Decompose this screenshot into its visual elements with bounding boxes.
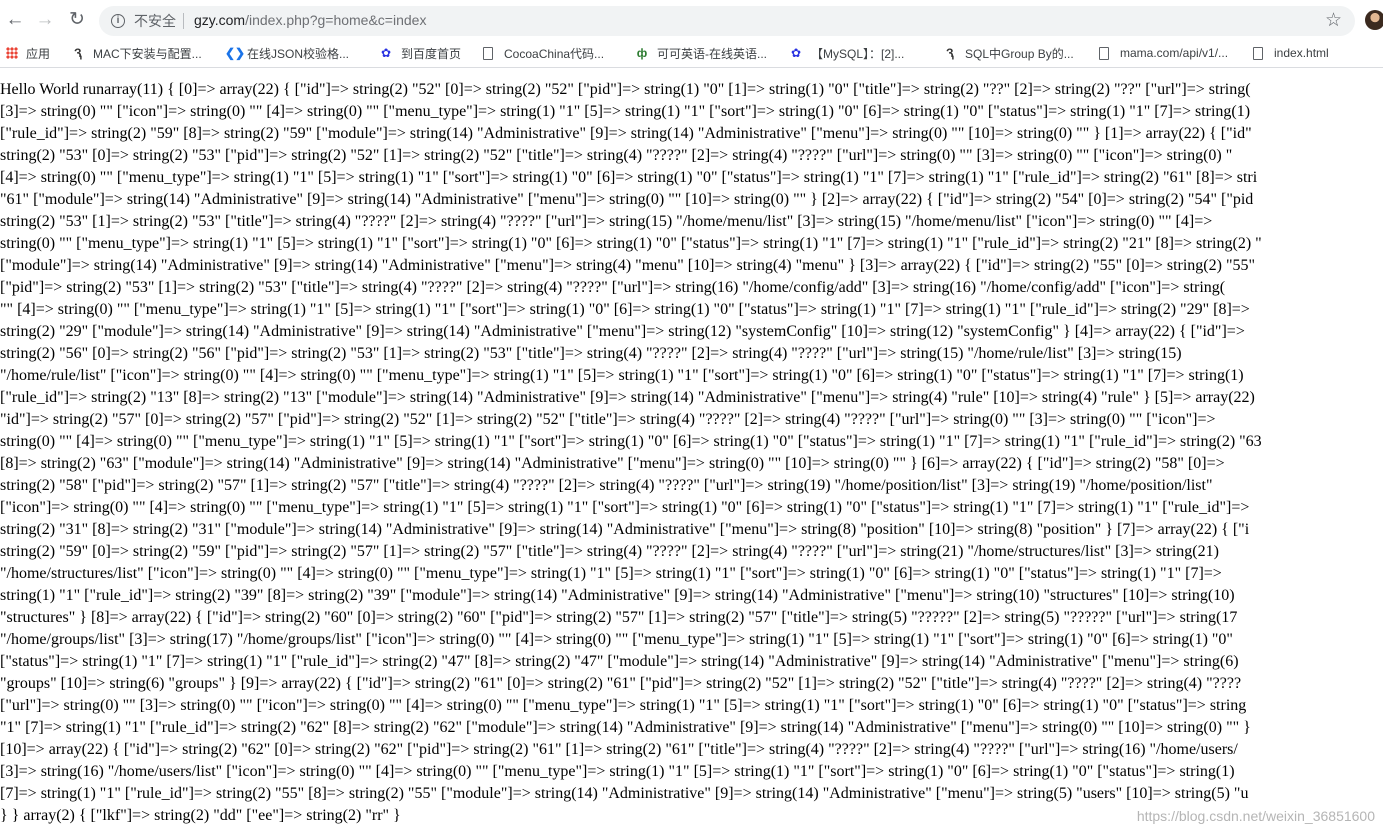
dump-line: string(2) "59" [0]=> string(2) "59" ["pi…	[0, 543, 1219, 560]
dump-line: "structures" } [8]=> array(22) { ["id"]=…	[0, 609, 1238, 626]
page-icon	[1253, 46, 1263, 60]
dump-line: ["url"]=> string(0) "" [3]=> string(0) "…	[0, 697, 1247, 714]
bookmark-item-mysql[interactable]: ✿ 【MySQL】：[2]...	[789, 43, 904, 63]
dump-line: "/home/structures/list" ["icon"]=> strin…	[0, 565, 1222, 582]
page-icon	[1099, 46, 1109, 60]
avatar[interactable]	[1365, 10, 1383, 30]
dump-line: "groups" [10]=> string(6) "groups" } [9]…	[0, 675, 1242, 692]
bookmark-label: 在线JSON校验格...	[247, 46, 350, 61]
dump-line: "/home/rule/list" ["icon"]=> string(0) "…	[0, 367, 1244, 384]
baidu-paw-icon: ✿	[380, 46, 392, 60]
security-indicator[interactable]: i 不安全	[108, 11, 176, 31]
page-icon	[483, 46, 493, 60]
bookmark-label: MAC下安装与配置...	[93, 46, 202, 61]
bookmark-label: 【MySQL】：[2]...	[811, 46, 905, 61]
bookmark-label: 应用	[26, 46, 51, 61]
kekenet-icon: ф	[636, 46, 648, 60]
dump-line: Hello World runarray(11) { [0]=> array(2…	[0, 81, 1251, 98]
bookmark-label: CocoaChina代码...	[504, 46, 605, 61]
info-icon: i	[111, 14, 125, 28]
dump-line: [7]=> string(1) "1" ["rule_id"]=> string…	[0, 785, 1249, 802]
dump-line: ["pid"]=> string(2) "53" [1]=> string(2)…	[0, 279, 1226, 296]
dump-line: string(0) "" [4]=> string(0) "" ["menu_t…	[0, 433, 1262, 450]
bookmark-label: SQL中Group By的...	[965, 46, 1074, 61]
browser-toolbar: ← → ↻ i 不安全 gzy.com/index.php?g=home&c=i…	[0, 0, 1383, 40]
bookmark-item-cocoachina[interactable]: CocoaChina代码...	[481, 43, 604, 63]
bookmark-item-sql-group-by[interactable]: Ԇ SQL中Group By的...	[943, 43, 1074, 63]
bookmark-label: 可可英语-在线英语...	[657, 46, 767, 61]
apps-grid-icon	[6, 47, 18, 59]
bookmark-item-mac-install[interactable]: Ԇ MAC下安装与配置...	[71, 43, 202, 63]
watermark: https://blog.csdn.net/weixin_36851600	[1136, 808, 1375, 824]
bookmark-item-apps[interactable]: 应用	[6, 43, 50, 63]
dump-line: string(2) "58" ["pid"]=> string(2) "57" …	[0, 477, 1213, 494]
dump-line: "61" ["module"]=> string(14) "Administra…	[0, 191, 1254, 208]
page-content: Hello World runarray(11) { [0]=> array(2…	[0, 79, 1383, 832]
dump-line: ["icon"]=> string(0) "" [4]=> string(0) …	[0, 499, 1250, 516]
bookmark-item-json-validator[interactable]: ❮❯ 在线JSON校验格...	[225, 43, 349, 63]
dump-line: "1" [7]=> string(1) "1" ["rule_id"]=> st…	[0, 719, 1251, 736]
dump-line: string(2) "29" ["module"]=> string(14) "…	[0, 323, 1245, 340]
back-arrow-icon[interactable]: ←	[4, 9, 26, 31]
bookmark-item-kekenet[interactable]: ф 可可英语-在线英语...	[635, 43, 767, 63]
reload-icon[interactable]: ↻	[66, 9, 88, 31]
security-label: 不安全	[134, 13, 176, 29]
address-bar[interactable]: i 不安全 gzy.com/index.php?g=home&c=index ☆	[99, 6, 1355, 36]
baidu-paw-icon: ✿	[790, 46, 802, 60]
dump-line: "/home/groups/list" [3]=> string(17) "/h…	[0, 631, 1233, 648]
url-host: gzy.com	[194, 12, 246, 28]
bookmark-item-baidu[interactable]: ✿ 到百度首页	[379, 43, 461, 63]
dump-line: "" [4]=> string(0) "" ["menu_type"]=> st…	[0, 301, 1250, 318]
dump-line: [3]=> string(16) "/home/users/list" ["ic…	[0, 763, 1235, 780]
dump-line: string(1) "1" ["rule_id"]=> string(2) "3…	[0, 587, 1235, 604]
bookmark-item-index-html[interactable]: index.html	[1251, 43, 1329, 63]
dump-line: ["status"]=> string(1) "1" [7]=> string(…	[0, 653, 1239, 670]
dump-line: string(2) "31" [8]=> string(2) "31" ["mo…	[0, 521, 1250, 538]
dump-line: [4]=> string(0) "" ["menu_type"]=> strin…	[0, 169, 1258, 186]
site-icon: Ԇ	[946, 46, 954, 60]
bookmarks-bar: 应用 Ԇ MAC下安装与配置... ❮❯ 在线JSON校验格... ✿ 到百度首…	[0, 40, 1383, 68]
dump-line: "id"]=> string(2) "57" [0]=> string(2) "…	[0, 411, 1216, 428]
bookmark-item-mama-api[interactable]: mama.com/api/v1/...	[1097, 43, 1228, 63]
divider	[183, 13, 184, 29]
url-text[interactable]: gzy.com/index.php?g=home&c=index	[194, 12, 426, 28]
dump-line: ["module"]=> string(14) "Administrative"…	[0, 257, 1256, 274]
dump-line: string(2) "53" [1]=> string(2) "53" ["ti…	[0, 213, 1213, 230]
dump-line: ["rule_id"]=> string(2) "59" [8]=> strin…	[0, 125, 1252, 142]
var-dump-output: Hello World runarray(11) { [0]=> array(2…	[0, 79, 1383, 827]
dump-line: [8]=> string(2) "63" ["module"]=> string…	[0, 455, 1225, 472]
dump-line: string(2) "56" [0]=> string(2) "56" ["pi…	[0, 345, 1182, 362]
url-path: /index.php?g=home&c=index	[245, 12, 427, 28]
json-icon: ❮❯	[225, 46, 246, 60]
dump-line: [3]=> string(0) "" ["icon"]=> string(0) …	[0, 103, 1251, 120]
dump-line: [10]=> array(22) { ["id"]=> string(2) "6…	[0, 741, 1238, 758]
bookmark-label: mama.com/api/v1/...	[1120, 46, 1229, 60]
dump-line: string(2) "53" [0]=> string(2) "53" ["pi…	[0, 147, 1233, 164]
site-icon: Ԇ	[74, 46, 82, 60]
bookmark-star-icon[interactable]: ☆	[1325, 9, 1342, 32]
bookmark-label: 到百度首页	[401, 46, 462, 61]
dump-line: ["rule_id"]=> string(2) "13" [8]=> strin…	[0, 389, 1255, 406]
bookmark-label: index.html	[1274, 46, 1329, 60]
dump-line: string(0) "" ["menu_type"]=> string(1) "…	[0, 235, 1262, 252]
forward-arrow-icon[interactable]: →	[34, 9, 56, 31]
